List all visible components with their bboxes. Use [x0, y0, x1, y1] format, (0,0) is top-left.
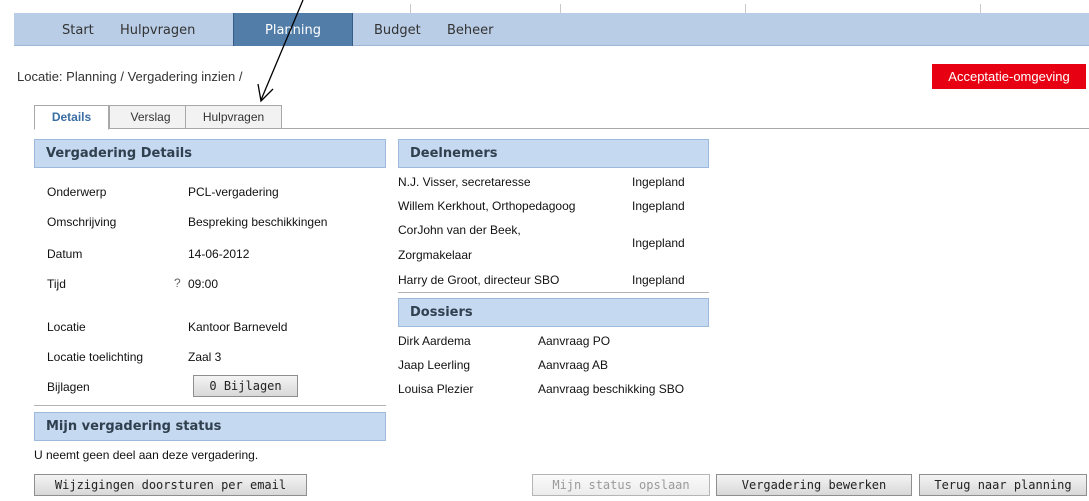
field-label-datum: Datum	[47, 247, 83, 261]
field-label-omschrijving: Omschrijving	[47, 215, 117, 229]
tab-hulpvragen[interactable]: Hulpvragen	[185, 105, 282, 129]
section-divider	[34, 405, 386, 406]
top-strip	[0, 0, 1089, 13]
dossier-name: Dirk Aardema	[398, 334, 471, 348]
breadcrumb: Locatie: Planning / Vergadering inzien /	[17, 69, 243, 84]
top-tick	[745, 4, 746, 13]
field-value-omschrijving: Bespreking beschikkingen	[188, 215, 328, 229]
field-value-datum: 14-06-2012	[188, 247, 250, 261]
top-tick	[560, 4, 561, 13]
participant-name-cont: Zorgmakelaar	[398, 248, 473, 262]
nav-item-budget[interactable]: Budget	[366, 13, 429, 46]
main-nav: Start Hulpvragen Planning Budget Beheer	[14, 13, 1089, 46]
back-to-planning-button[interactable]: Terug naar planning	[919, 474, 1087, 496]
participant-status: Ingepland	[632, 175, 685, 189]
participant-name: Willem Kerkhout, Orthopedagoog	[398, 199, 576, 213]
nav-item-beheer[interactable]: Beheer	[439, 13, 502, 46]
section-divider	[398, 292, 709, 293]
participants-header: Deelnemers	[398, 139, 709, 168]
field-label-locatie: Locatie	[47, 320, 86, 334]
dossier-request: Aanvraag AB	[538, 358, 609, 372]
help-icon[interactable]: ?	[174, 276, 181, 290]
my-status-text: U neemt geen deel aan deze vergadering.	[34, 448, 259, 462]
tab-verslag[interactable]: Verslag	[109, 105, 192, 129]
dossier-name: Jaap Leerling	[398, 358, 471, 372]
field-value-locatie-toelichting: Zaal 3	[188, 350, 222, 364]
nav-item-planning[interactable]: Planning	[233, 13, 353, 46]
nav-item-start[interactable]: Start	[54, 13, 102, 46]
save-status-button[interactable]: Mijn status opslaan	[532, 474, 710, 496]
participant-status: Ingepland	[632, 236, 685, 250]
details-header: Vergadering Details	[34, 139, 386, 168]
forward-email-button[interactable]: Wijzigingen doorsturen per email	[34, 474, 307, 496]
nav-item-hulpvragen[interactable]: Hulpvragen	[112, 13, 203, 46]
environment-badge: Acceptatie-omgeving	[932, 64, 1086, 89]
field-label-tijd: Tijd	[47, 277, 66, 291]
edit-meeting-button[interactable]: Vergadering bewerken	[716, 474, 912, 496]
top-tick	[410, 4, 411, 13]
tab-details[interactable]: Details	[34, 105, 109, 130]
field-value-tijd: 09:00	[188, 277, 219, 291]
participant-name: CorJohn van der Beek,	[398, 223, 521, 237]
attachments-button[interactable]: 0 Bijlagen	[193, 375, 298, 397]
dossier-request: Aanvraag PO	[538, 334, 611, 348]
dossiers-header: Dossiers	[398, 298, 709, 327]
participant-status: Ingepland	[632, 273, 685, 287]
participant-status: Ingepland	[632, 199, 685, 213]
field-value-locatie: Kantoor Barneveld	[188, 320, 288, 334]
field-label-onderwerp: Onderwerp	[47, 185, 107, 199]
dossier-name: Louisa Plezier	[398, 382, 474, 396]
top-tick	[980, 4, 981, 13]
dossier-request: Aanvraag beschikking SBO	[538, 382, 685, 396]
field-value-onderwerp: PCL-vergadering	[188, 185, 279, 199]
my-status-header: Mijn vergadering status	[34, 412, 386, 441]
field-label-locatie-toelichting: Locatie toelichting	[47, 350, 144, 364]
field-label-bijlagen: Bijlagen	[47, 380, 90, 394]
participant-name: N.J. Visser, secretaresse	[398, 175, 531, 189]
participant-name: Harry de Groot, directeur SBO	[398, 273, 560, 287]
